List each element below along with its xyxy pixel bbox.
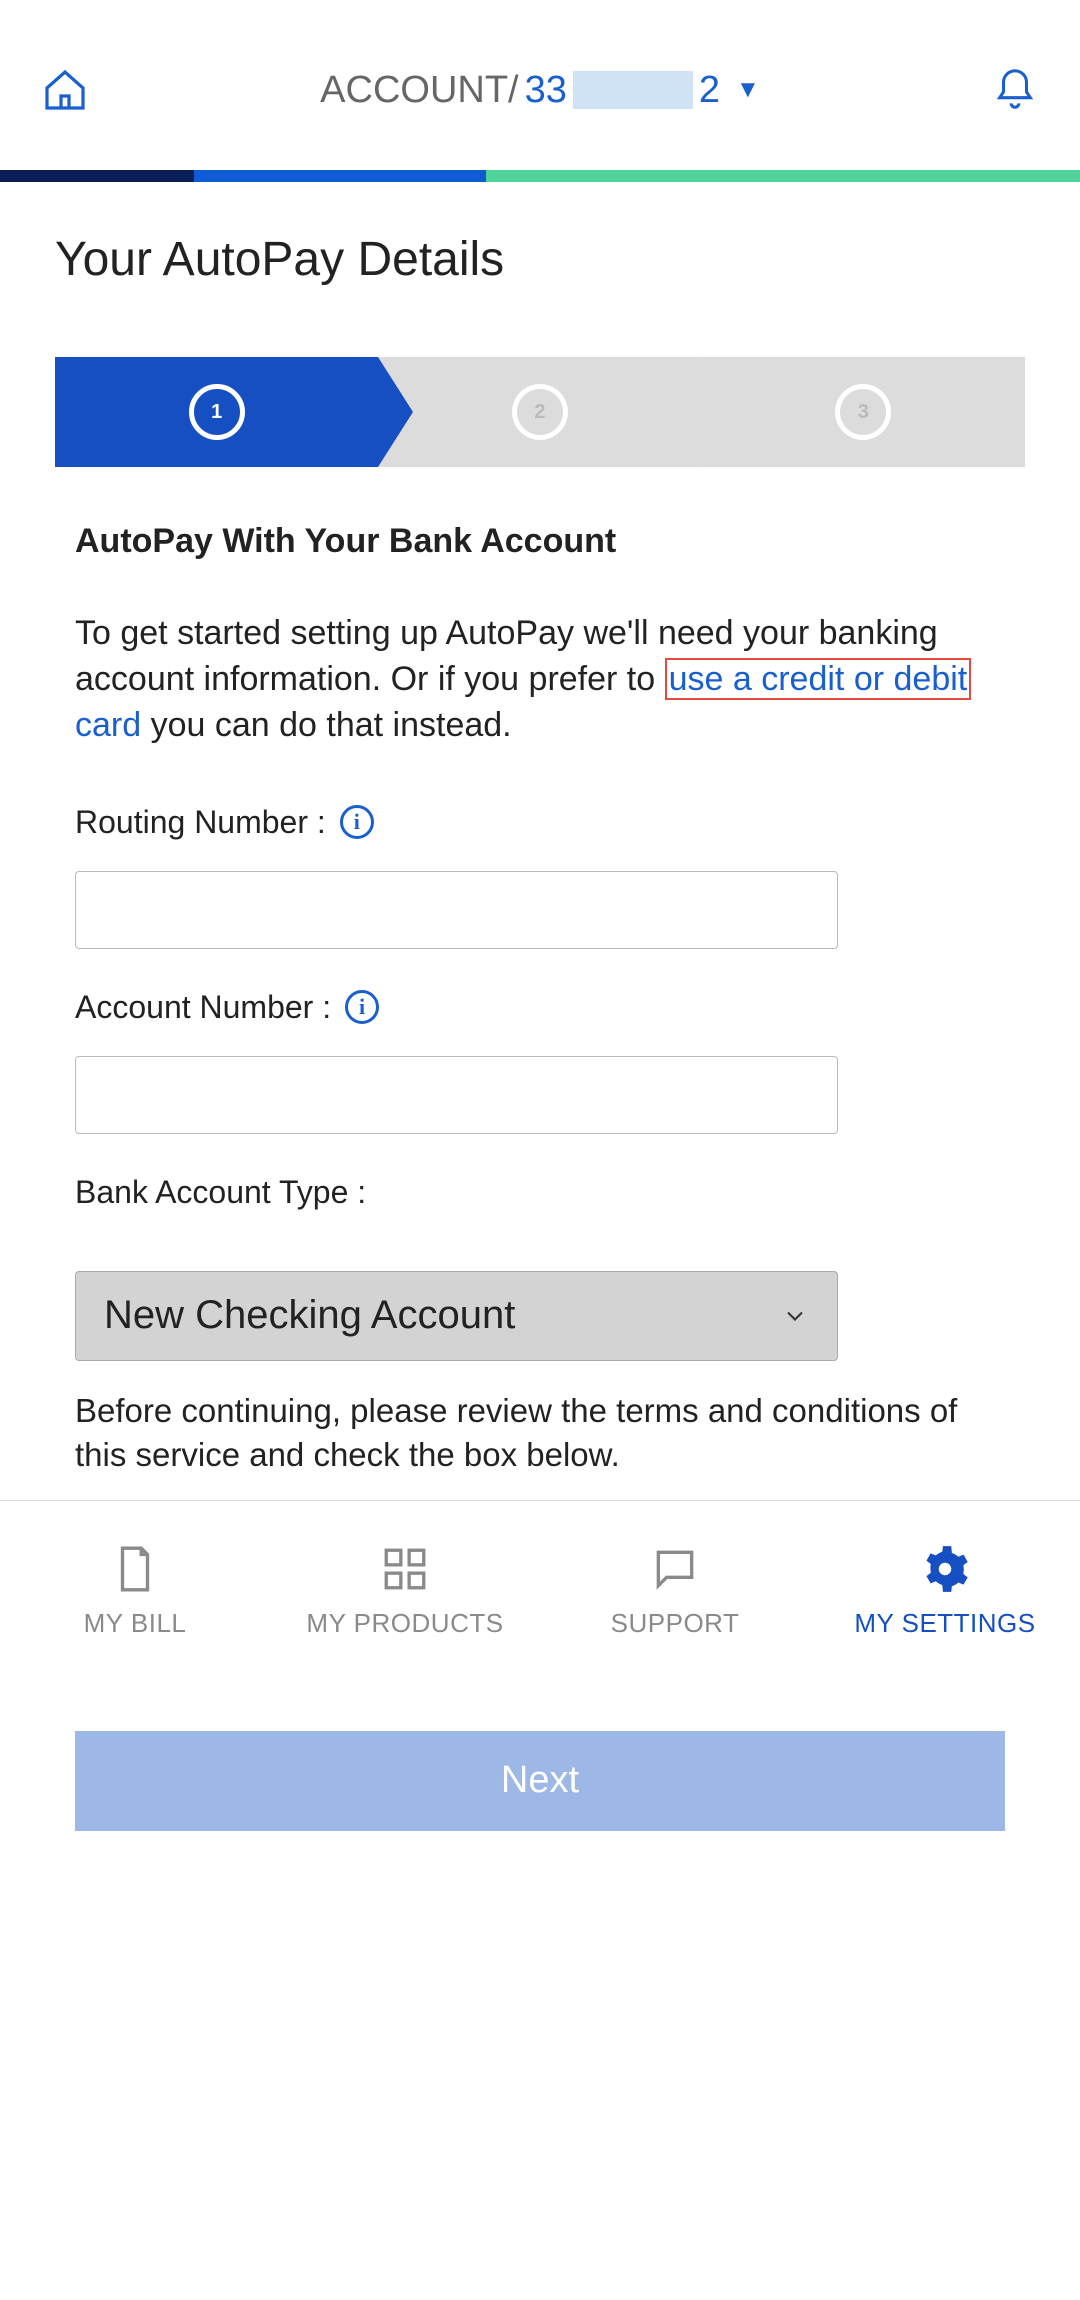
step-3: 3 [702,357,1025,467]
type-label-text: Bank Account Type : [75,1174,366,1211]
nav-my-bill[interactable]: MY BILL [0,1501,270,1680]
gear-icon [920,1544,970,1594]
nav-my-products[interactable]: MY PRODUCTS [270,1501,540,1680]
nav-label: MY BILL [84,1608,187,1639]
chevron-down-icon: ▼ [736,76,760,104]
routing-number-input[interactable] [75,871,838,949]
account-type-select[interactable]: New Checking Account [75,1271,838,1361]
nav-label: MY SETTINGS [854,1608,1035,1639]
step-2-badge: 2 [512,384,568,440]
header-progress-bar [0,170,1080,182]
account-number-input[interactable] [75,1056,838,1134]
account-masked-middle [573,71,693,109]
step-2: 2 [378,357,701,467]
grid-icon [380,1544,430,1594]
account-type-value: New Checking Account [104,1293,515,1338]
intro-part2: you can do that instead. [141,706,511,744]
bell-icon [992,67,1038,113]
account-suffix-digits: 2 [699,69,720,112]
use-card-link-2[interactable]: card [75,706,141,744]
nav-label: MY PRODUCTS [306,1608,503,1639]
info-icon[interactable]: i [340,805,374,839]
page-title: Your AutoPay Details [55,232,1025,287]
account-label-text: Account Number : [75,989,331,1026]
nav-label: SUPPORT [611,1608,740,1639]
chevron-down-icon [781,1302,809,1330]
next-button[interactable]: Next [75,1731,1005,1831]
nav-my-settings[interactable]: MY SETTINGS [810,1501,1080,1680]
use-card-link[interactable]: use a credit or debit [665,658,972,700]
info-icon[interactable]: i [345,990,379,1024]
step-1: 1 [55,357,378,467]
nav-support[interactable]: SUPPORT [540,1501,810,1680]
bill-icon [110,1542,160,1596]
review-terms-text: Before continuing, please review the ter… [75,1389,1005,1478]
home-icon [41,66,89,114]
account-label-prefix: ACCOUNT/ [320,69,518,112]
step-1-badge: 1 [189,384,245,440]
bottom-nav: MY BILL MY PRODUCTS SUPPORT MY SETTINGS [0,1500,1080,1680]
account-selector[interactable]: ACCOUNT/ 33 2 ▼ [320,69,760,112]
intro-text: To get started setting up AutoPay we'll … [75,611,1005,749]
section-title: AutoPay With Your Bank Account [75,522,1005,561]
notifications-button[interactable] [990,65,1040,115]
step-indicator: 1 2 3 [55,357,1025,467]
chat-icon [650,1544,700,1594]
step-3-badge: 3 [835,384,891,440]
routing-number-label: Routing Number : i [75,804,1005,841]
account-prefix-digits: 33 [525,69,567,112]
routing-label-text: Routing Number : [75,804,326,841]
app-header: ACCOUNT/ 33 2 ▼ [0,0,1080,170]
home-button[interactable] [40,65,90,115]
account-number-label: Account Number : i [75,989,1005,1026]
account-type-label: Bank Account Type : [75,1174,1005,1211]
